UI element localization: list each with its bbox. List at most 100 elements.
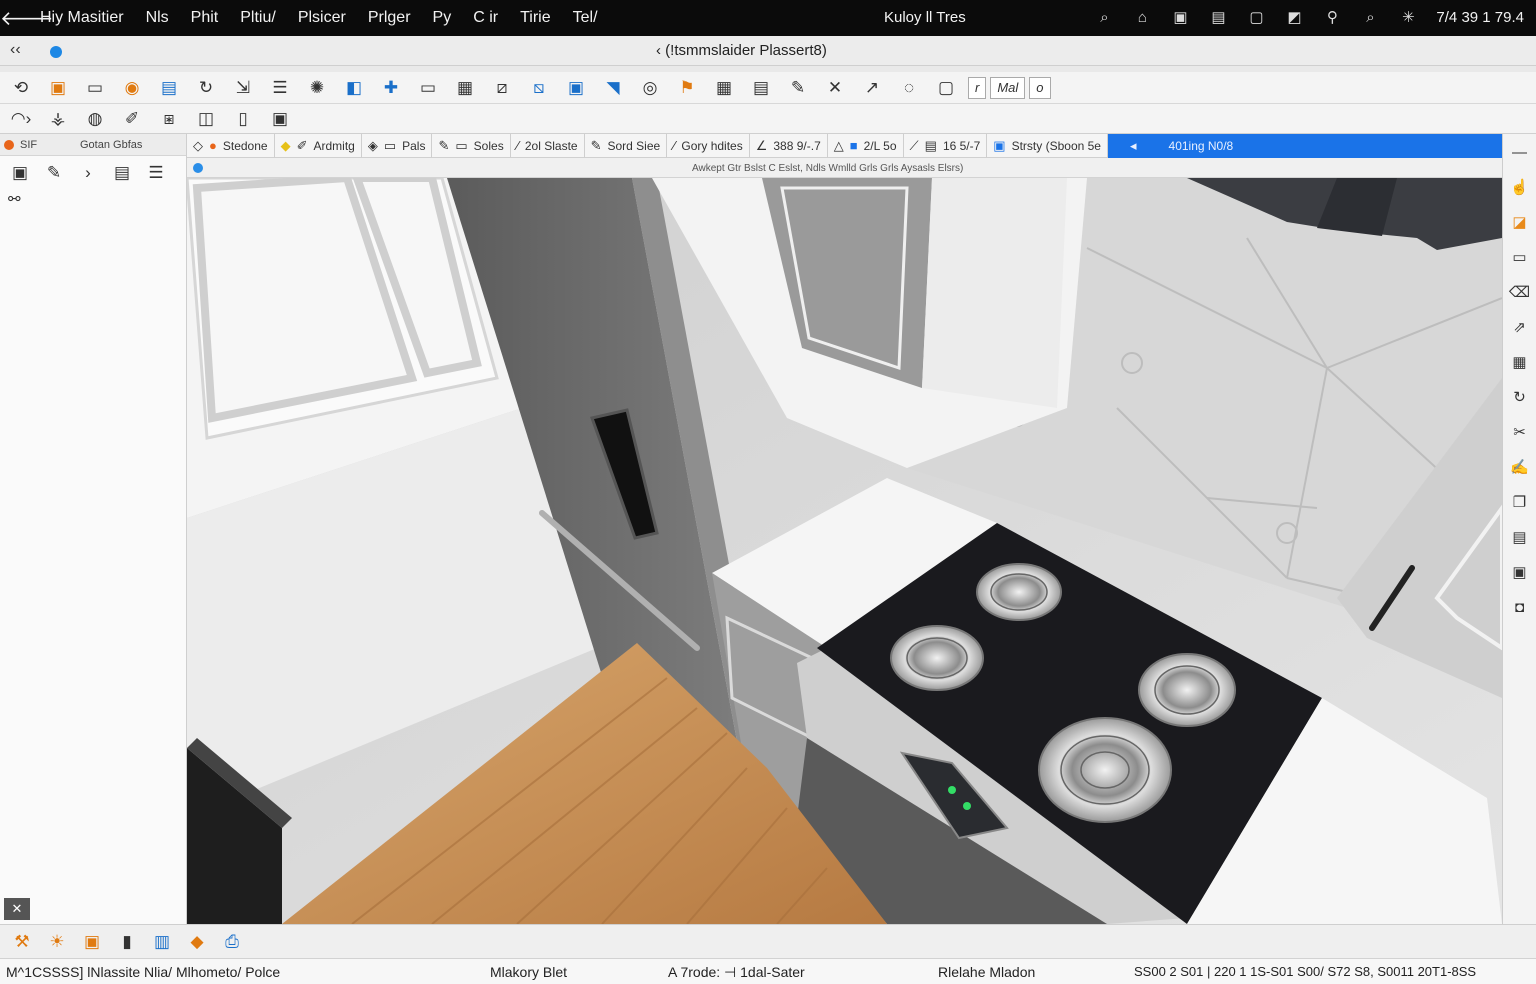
column-icon[interactable]: ▯: [228, 106, 258, 132]
rotate-icon[interactable]: ↻: [191, 75, 221, 101]
orbit-icon[interactable]: ◠›: [6, 106, 36, 132]
menu-file[interactable]: Nls: [146, 9, 169, 27]
record-icon[interactable]: ◘: [1508, 595, 1532, 619]
tree-node-icon[interactable]: ⚯: [0, 190, 186, 208]
paint-icon[interactable]: ✺: [302, 75, 332, 101]
ruler-icon[interactable]: ⧄: [487, 75, 517, 101]
magnifier-icon[interactable]: ⌕: [1360, 7, 1380, 27]
delete-icon[interactable]: ✕: [820, 75, 850, 101]
undo-icon[interactable]: ⟲: [6, 75, 36, 101]
menu-tirie[interactable]: Tirie: [520, 9, 551, 27]
copy-icon[interactable]: ❐: [1508, 490, 1532, 514]
list-view-icon[interactable]: ☰: [142, 160, 170, 186]
rectangle-tool-icon[interactable]: ▢: [931, 75, 961, 101]
hand-icon[interactable]: ☝: [1508, 175, 1532, 199]
mode-mal-button[interactable]: Mal: [990, 76, 1026, 99]
left-panel-title[interactable]: Gotan Gbfas: [80, 139, 142, 151]
mode-r-button[interactable]: r: [968, 76, 987, 99]
book-icon[interactable]: ▮: [113, 929, 141, 955]
collapse-panel-icon[interactable]: ✕: [4, 898, 30, 920]
option-stedone[interactable]: ◇ ● Stedone: [187, 133, 275, 158]
panel-icon[interactable]: ▭: [1508, 245, 1532, 269]
pin-icon[interactable]: ⚑: [672, 75, 702, 101]
option-ardmitg[interactable]: ◆ ✐ Ardmitg: [275, 133, 362, 158]
eraser-icon[interactable]: ⌫: [1508, 280, 1532, 304]
list-icon[interactable]: ☰: [265, 75, 295, 101]
walk-icon[interactable]: ⚶: [43, 106, 73, 132]
refresh-icon[interactable]: ↻: [1508, 385, 1532, 409]
folder-icon[interactable]: ▤: [108, 160, 136, 186]
option-strsty[interactable]: ▣ Strsty (Sboon 5e: [987, 133, 1108, 158]
crop-icon[interactable]: ⧆: [154, 106, 184, 132]
frame-icon[interactable]: ▭: [413, 75, 443, 101]
option-pals[interactable]: ◈ ▭ Pals: [362, 133, 433, 158]
tag-icon[interactable]: ◆: [183, 929, 211, 955]
option-soles[interactable]: ✎ ▭ Soles: [432, 133, 511, 158]
brightness-icon[interactable]: ✳: [1398, 7, 1418, 27]
export-icon[interactable]: ⇲: [228, 75, 258, 101]
split-view-icon[interactable]: ◫: [191, 106, 221, 132]
window-icon[interactable]: ▢: [1246, 7, 1266, 27]
sketch-icon[interactable]: ◪: [1508, 210, 1532, 234]
notes-icon[interactable]: ▤: [746, 75, 776, 101]
grid-icon[interactable]: ▦: [450, 75, 480, 101]
left-panel-tab[interactable]: SIF: [20, 139, 80, 151]
printer-icon[interactable]: ⎙: [218, 929, 246, 955]
stack-icon[interactable]: ▤: [1508, 525, 1532, 549]
menu-edit[interactable]: Phit: [191, 9, 219, 27]
menu-project[interactable]: Prlger: [368, 9, 411, 27]
chart-icon[interactable]: ▥: [148, 929, 176, 955]
search-icon[interactable]: ⌕: [1094, 7, 1114, 27]
option-gory-hdites[interactable]: ∕ Gory hdites: [667, 133, 750, 158]
option-angle[interactable]: ∠ 388 9/-.7: [750, 133, 828, 158]
option-height[interactable]: ⟋ ▤ 16 5/-7: [904, 133, 988, 158]
render-icon[interactable]: ▣: [265, 106, 295, 132]
lightbulb-icon[interactable]: ☀: [43, 929, 71, 955]
location-icon[interactable]: ⚲: [1322, 7, 1342, 27]
line-tool-icon[interactable]: ↗: [857, 75, 887, 101]
minimize-icon[interactable]: —: [1508, 140, 1532, 164]
cut-icon[interactable]: ✂: [1508, 420, 1532, 444]
layers-icon[interactable]: ◧: [339, 75, 369, 101]
menu-place[interactable]: Plsicer: [298, 9, 346, 27]
menu-cir[interactable]: C ir: [473, 9, 498, 27]
open-folder-icon[interactable]: ▣: [43, 75, 73, 101]
calendar-icon[interactable]: ▤: [1208, 7, 1228, 27]
pencil-icon[interactable]: ✎: [783, 75, 813, 101]
puzzle-icon[interactable]: ✚: [376, 75, 406, 101]
brush-icon[interactable]: ✐: [117, 106, 147, 132]
menu-app[interactable]: Hiy Masitier: [40, 9, 124, 27]
calculator-icon[interactable]: ▦: [709, 75, 739, 101]
back-arrow-icon[interactable]: 🡐: [0, 6, 54, 31]
menu-py[interactable]: Py: [433, 9, 452, 27]
edit-icon[interactable]: ✎: [40, 160, 68, 186]
image-icon[interactable]: ▣: [561, 75, 591, 101]
measure-icon[interactable]: ⧅: [524, 75, 554, 101]
option-active-mode[interactable]: ◂ 401ing N0/8: [1107, 133, 1502, 158]
option-slaste[interactable]: ∕ 2ol Slaste: [511, 133, 585, 158]
menu-tel[interactable]: Tel/: [573, 9, 598, 27]
mode-o-button[interactable]: o: [1029, 76, 1051, 99]
signature-icon[interactable]: ✍: [1508, 455, 1532, 479]
sphere-icon[interactable]: ◍: [80, 106, 110, 132]
share-icon[interactable]: ⇗: [1508, 315, 1532, 339]
option-sord-siee[interactable]: ✎ Sord Siee: [585, 133, 668, 158]
home-icon[interactable]: ⌂: [1132, 7, 1152, 27]
layout-icon[interactable]: ⚒: [8, 929, 36, 955]
menu-view[interactable]: Pltiu/: [240, 9, 276, 27]
chevron-right-icon[interactable]: ›: [74, 160, 102, 186]
collapse-icon[interactable]: ‹‹: [10, 41, 21, 59]
cursor-icon[interactable]: ◥: [598, 75, 628, 101]
library-icon[interactable]: ▣: [6, 160, 34, 186]
save-icon[interactable]: ▤: [154, 75, 184, 101]
lasso-icon[interactable]: ◌: [894, 75, 924, 101]
box-stack-icon[interactable]: ▣: [78, 929, 106, 955]
3d-viewport[interactable]: [187, 178, 1502, 924]
option-dimension[interactable]: △ ■ 2/L 5o: [828, 133, 904, 158]
globe-icon[interactable]: ◉: [117, 75, 147, 101]
camera-icon[interactable]: ▣: [1170, 7, 1190, 27]
chat-icon[interactable]: ◩: [1284, 7, 1304, 27]
monitor-icon[interactable]: ▭: [80, 75, 110, 101]
table-grid-icon[interactable]: ▦: [1508, 350, 1532, 374]
circle-tool-icon[interactable]: ◎: [635, 75, 665, 101]
